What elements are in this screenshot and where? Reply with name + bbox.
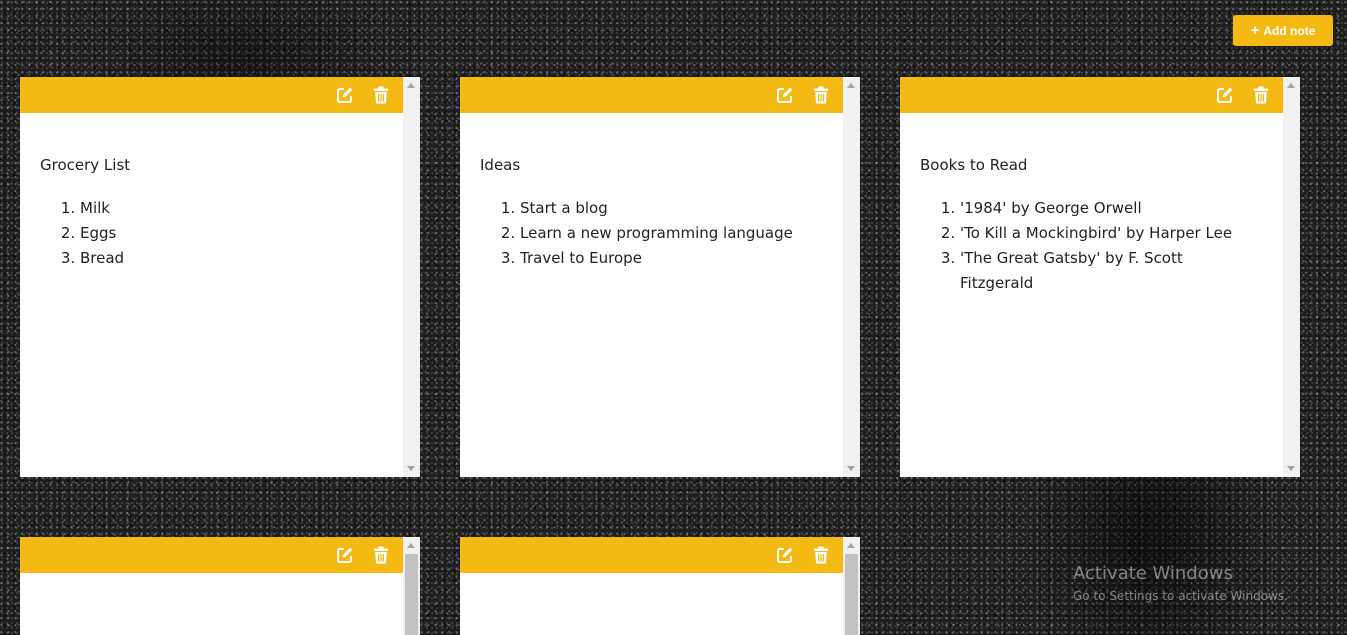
scrollbar[interactable] (843, 537, 860, 635)
list-item: 'To Kill a Mockingbird' by Harper Lee (960, 221, 1263, 246)
note-card (460, 537, 860, 635)
trash-icon (814, 546, 828, 564)
note-card: Grocery List Milk Eggs Bread (20, 77, 420, 477)
list-item: 'The Great Gatsby' by F. Scott Fitzgeral… (960, 246, 1263, 296)
delete-button[interactable] (811, 85, 831, 105)
list-item: Bread (80, 246, 383, 271)
note-toolbar (460, 77, 843, 113)
scroll-thumb[interactable] (845, 554, 858, 635)
note-card: Ideas Start a blog Learn a new programmi… (460, 77, 860, 477)
scroll-down-icon[interactable] (847, 466, 855, 471)
note-body[interactable]: Books to Read '1984' by George Orwell 'T… (900, 113, 1283, 477)
scroll-up-icon[interactable] (847, 543, 855, 548)
list-item: Milk (80, 196, 383, 221)
edit-icon (777, 87, 793, 103)
edit-icon (777, 547, 793, 563)
edit-button[interactable] (1215, 85, 1235, 105)
trash-icon (1254, 86, 1268, 104)
scroll-down-icon[interactable] (407, 466, 415, 471)
delete-button[interactable] (371, 545, 391, 565)
scrollbar[interactable] (403, 77, 420, 477)
note-title: Books to Read (920, 156, 1028, 174)
scrollbar[interactable] (843, 77, 860, 477)
scroll-up-icon[interactable] (1287, 83, 1295, 88)
scroll-up-icon[interactable] (407, 83, 415, 88)
delete-button[interactable] (371, 85, 391, 105)
plus-icon: + (1250, 22, 1260, 39)
delete-button[interactable] (811, 545, 831, 565)
watermark-subtitle: Go to Settings to activate Windows. (1073, 589, 1288, 603)
edit-icon (337, 87, 353, 103)
activate-windows-watermark: Activate Windows Go to Settings to activ… (1073, 563, 1288, 606)
edit-button[interactable] (775, 545, 795, 565)
scroll-thumb[interactable] (405, 554, 418, 635)
edit-button[interactable] (775, 85, 795, 105)
note-title: Ideas (480, 156, 521, 174)
trash-icon (374, 546, 388, 564)
add-note-label: Add note (1263, 23, 1316, 38)
edit-button[interactable] (335, 85, 355, 105)
list-item: Travel to Europe (520, 246, 823, 271)
list-item: Learn a new programming language (520, 221, 823, 246)
note-card: Books to Read '1984' by George Orwell 'T… (900, 77, 1300, 477)
watermark-title: Activate Windows (1073, 563, 1233, 584)
note-body[interactable] (460, 573, 843, 635)
note-body[interactable]: Ideas Start a blog Learn a new programmi… (460, 113, 843, 477)
trash-icon (814, 86, 828, 104)
list-item: '1984' by George Orwell (960, 196, 1263, 221)
note-toolbar (20, 537, 403, 573)
scrollbar[interactable] (1283, 77, 1300, 477)
note-list: '1984' by George Orwell 'To Kill a Mocki… (920, 196, 1263, 296)
note-title: Grocery List (40, 156, 131, 174)
note-body[interactable]: Grocery List Milk Eggs Bread (20, 113, 403, 477)
delete-button[interactable] (1251, 85, 1271, 105)
scroll-up-icon[interactable] (407, 543, 415, 548)
list-item: Start a blog (520, 196, 823, 221)
note-card (20, 537, 420, 635)
scrollbar[interactable] (403, 537, 420, 635)
note-body[interactable] (20, 573, 403, 635)
add-note-button[interactable]: + Add note (1233, 15, 1333, 46)
list-item: Eggs (80, 221, 383, 246)
scroll-up-icon[interactable] (847, 83, 855, 88)
scroll-down-icon[interactable] (1287, 466, 1295, 471)
edit-button[interactable] (335, 545, 355, 565)
note-list: Milk Eggs Bread (40, 196, 383, 271)
note-toolbar (900, 77, 1283, 113)
note-toolbar (460, 537, 843, 573)
trash-icon (374, 86, 388, 104)
note-list: Start a blog Learn a new programming lan… (480, 196, 823, 271)
edit-icon (337, 547, 353, 563)
edit-icon (1217, 87, 1233, 103)
note-toolbar (20, 77, 403, 113)
